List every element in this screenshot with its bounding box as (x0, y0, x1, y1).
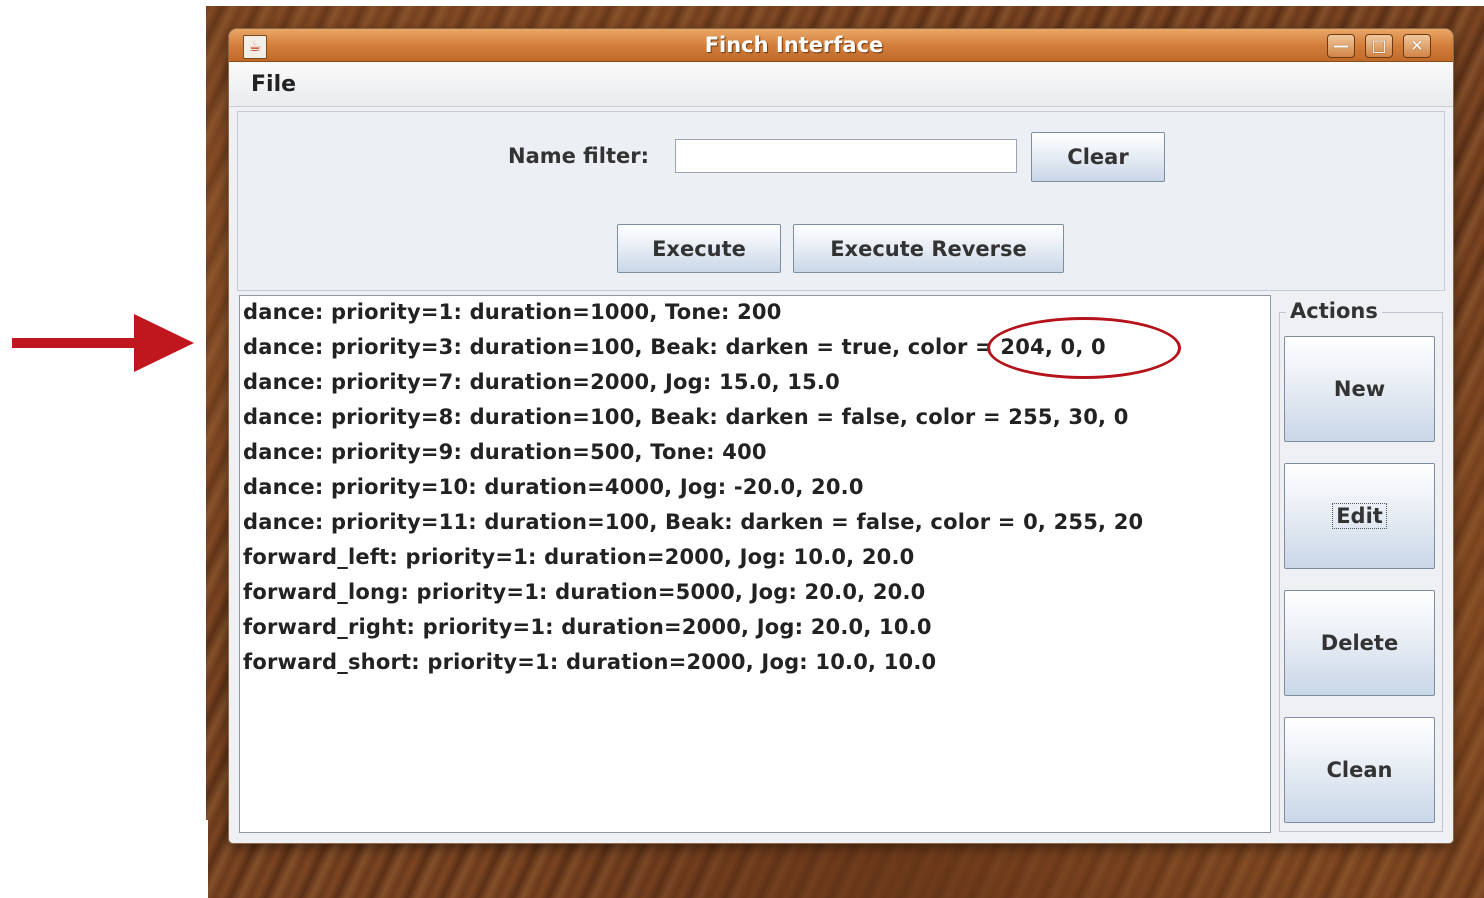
actions-title: Actions (1286, 299, 1382, 323)
clean-button[interactable]: Clean (1284, 717, 1435, 823)
execute-button[interactable]: Execute (617, 224, 781, 273)
edit-button-label: Edit (1332, 503, 1387, 529)
list-item[interactable]: forward_short: priority=1: duration=2000… (243, 649, 936, 675)
close-icon: ✕ (1410, 36, 1424, 55)
list-item[interactable]: dance: priority=11: duration=100, Beak: … (243, 509, 1143, 535)
name-filter-input[interactable] (675, 139, 1017, 173)
command-list[interactable]: dance: priority=1: duration=1000, Tone: … (239, 295, 1271, 833)
clear-button[interactable]: Clear (1031, 132, 1165, 182)
arrow-icon (12, 314, 194, 372)
list-item[interactable]: dance: priority=10: duration=4000, Jog: … (243, 474, 864, 500)
edit-button[interactable]: Edit (1284, 463, 1435, 569)
window-title: Finch Interface (704, 33, 884, 57)
list-item[interactable]: forward_left: priority=1: duration=2000,… (243, 544, 914, 570)
minimize-button[interactable]: — (1327, 34, 1355, 58)
list-item[interactable]: dance: priority=8: duration=100, Beak: d… (243, 404, 1129, 430)
list-item[interactable]: dance: priority=1: duration=1000, Tone: … (243, 299, 782, 325)
desktop-edge (200, 820, 208, 898)
menu-bar: File (229, 62, 1453, 107)
list-item[interactable]: dance: priority=7: duration=2000, Jog: 1… (243, 369, 840, 395)
execute-reverse-button[interactable]: Execute Reverse (793, 224, 1064, 273)
list-item[interactable]: dance: priority=3: duration=100, Beak: d… (243, 334, 1106, 360)
title-bar[interactable]: ☕ Finch Interface — □ ✕ (229, 29, 1453, 62)
list-item[interactable]: dance: priority=9: duration=500, Tone: 4… (243, 439, 767, 465)
menu-file[interactable]: File (251, 72, 296, 97)
list-item[interactable]: forward_long: priority=1: duration=5000,… (243, 579, 925, 605)
maximize-icon: □ (1371, 36, 1387, 55)
minimize-icon: — (1333, 36, 1349, 55)
new-button[interactable]: New (1284, 336, 1435, 442)
finch-window: ☕ Finch Interface — □ ✕ File Name filter… (229, 29, 1453, 843)
delete-button[interactable]: Delete (1284, 590, 1435, 696)
maximize-button[interactable]: □ (1365, 34, 1393, 58)
list-item[interactable]: forward_right: priority=1: duration=2000… (243, 614, 932, 640)
name-filter-label: Name filter: (508, 144, 649, 168)
close-button[interactable]: ✕ (1403, 34, 1431, 58)
